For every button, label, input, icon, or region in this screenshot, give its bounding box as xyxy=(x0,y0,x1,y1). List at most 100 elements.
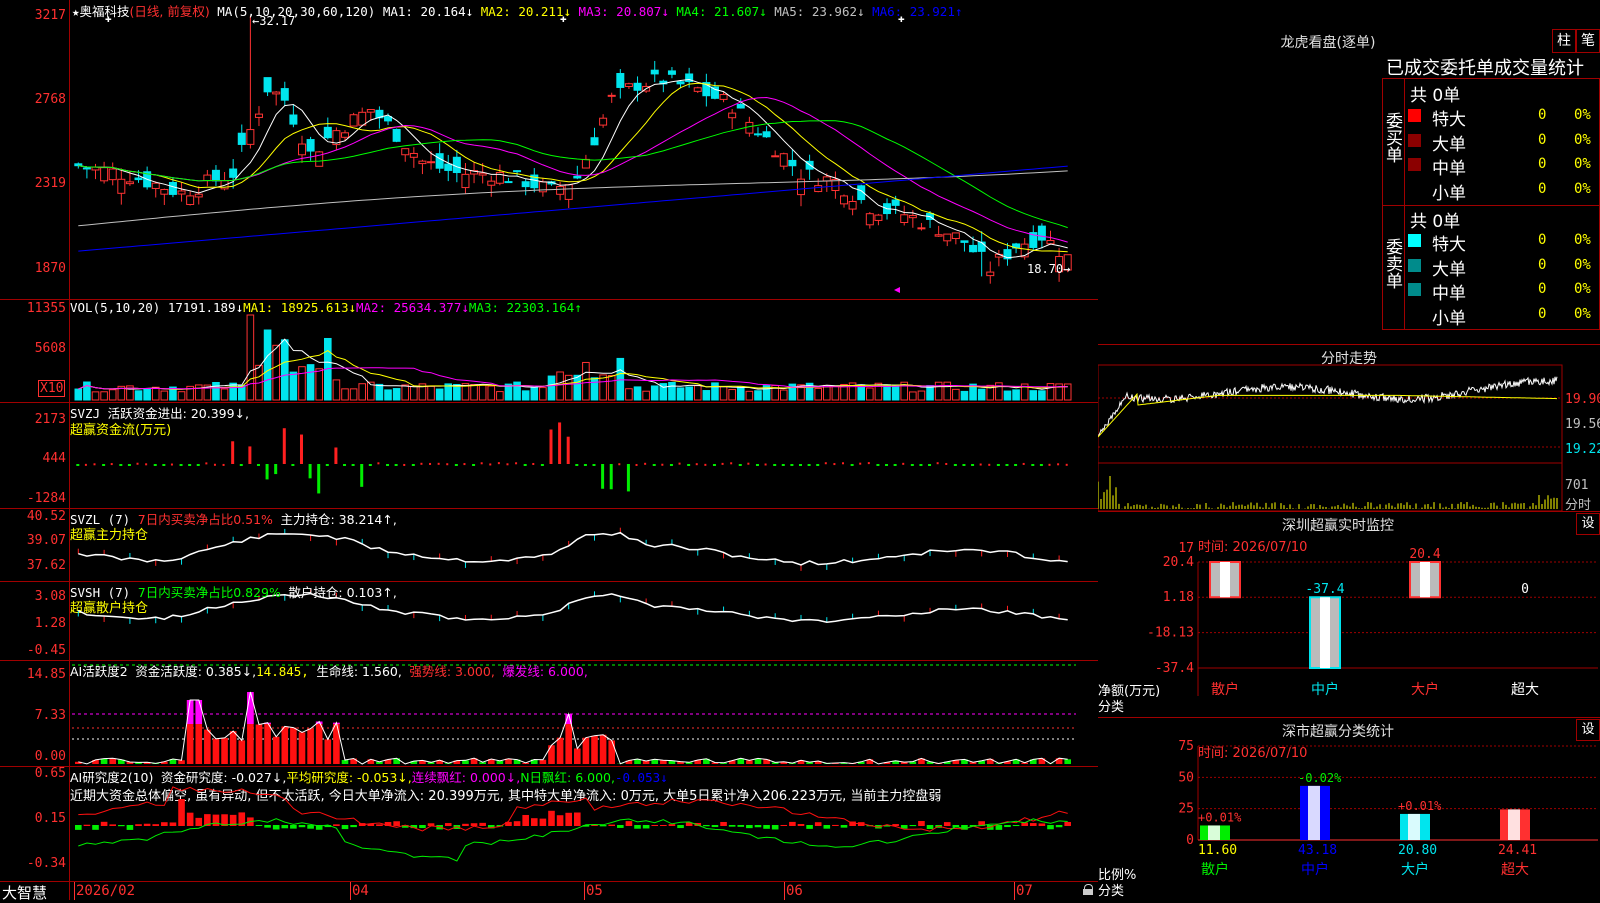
flow-bar xyxy=(283,428,286,464)
hold-line xyxy=(78,533,1067,565)
volume-value: 17191.189↓ xyxy=(168,300,243,315)
volume-panel[interactable]: VOL(5,10,20) 17191.189↓MA1: 18925.613↓MA… xyxy=(0,300,1098,403)
candle-body xyxy=(436,154,443,169)
research-bar xyxy=(178,799,185,826)
volume-bar xyxy=(109,390,116,400)
candle-body xyxy=(909,216,916,218)
flow-bar xyxy=(851,464,854,466)
candle-body xyxy=(694,88,701,92)
volume-bar xyxy=(514,382,521,400)
kline-header: ★奥福科技(日线, 前复权) MA(5,10,20,30,60,120) MA1… xyxy=(72,1,962,20)
candle-body xyxy=(238,133,245,144)
research-bar xyxy=(152,824,159,826)
flow-bar xyxy=(498,462,500,464)
volume-bar xyxy=(651,386,658,400)
svzl-panel[interactable]: SVZL (7) 7日内买卖净占比0.51% 主力持仓: 38.214↑, 超赢… xyxy=(0,509,1098,582)
volume-bar xyxy=(832,386,839,400)
flow-bar xyxy=(1057,463,1059,465)
volume-bar xyxy=(385,390,392,400)
x-tick-mark xyxy=(74,882,75,900)
ma-value-4: MA4: 21.607↓ xyxy=(669,4,767,19)
chart-mode[interactable]: (日线, 前复权) xyxy=(130,4,210,19)
activity-bar xyxy=(299,732,306,764)
svzj-panel[interactable]: SVZJ 活跃资金进出: 20.399↓, 超赢资金流(万元) 2173 444… xyxy=(0,403,1098,509)
research-bar xyxy=(1064,822,1071,826)
order-label: 中单 xyxy=(1432,154,1466,179)
research-bar xyxy=(1056,825,1063,827)
volume-bar xyxy=(290,372,297,400)
sz-monitor-panel[interactable]: 深圳超赢实时监控 设 时间: 2026/07/10 净额(万元) 分类 20.4… xyxy=(1098,512,1600,718)
flow-bar xyxy=(334,447,337,464)
x-tick-label: 2026/02 xyxy=(76,883,135,899)
candle-body xyxy=(462,174,469,187)
candle-body xyxy=(75,164,82,166)
class-bar-shine xyxy=(1308,786,1320,840)
candle-body xyxy=(342,133,349,137)
candle-body xyxy=(92,167,99,170)
flow-bar xyxy=(627,464,630,491)
monitor-value-label: 0 xyxy=(1521,582,1529,597)
flow-bar xyxy=(679,463,681,465)
candle-body xyxy=(161,190,168,195)
ai-active-panel[interactable]: AI活跃度2 资金活跃度: 0.385↓,14.845, 生命线: 1.560,… xyxy=(0,661,1098,767)
candlestick-chart[interactable]: ✚✚✚ xyxy=(0,0,1098,300)
volume-chart[interactable] xyxy=(0,300,1098,403)
class-bar-shine xyxy=(1508,809,1520,840)
research-bar xyxy=(651,825,658,826)
activity-bar xyxy=(256,724,263,764)
star-icon: ★ xyxy=(72,4,80,19)
volume-bar xyxy=(626,389,633,400)
flow-bar xyxy=(1040,464,1043,466)
bar-mode-button[interactable]: 柱 xyxy=(1552,29,1576,53)
research-bar xyxy=(832,825,839,826)
kline-panel[interactable]: ★奥福科技(日线, 前复权) MA(5,10,20,30,60,120) MA1… xyxy=(0,0,1098,300)
stroke-mode-button[interactable]: 笔 xyxy=(1576,29,1600,53)
candle-body xyxy=(608,95,615,96)
candle-body xyxy=(754,134,761,135)
volume-bar xyxy=(669,382,676,400)
ma-values: MA1: 20.164↓ MA2: 20.211↓ MA3: 20.807↓ M… xyxy=(383,4,963,19)
flow-bar xyxy=(919,464,922,466)
ai-active-header: AI活跃度2 资金活跃度: 0.385↓,14.845, 生命线: 1.560,… xyxy=(70,661,588,680)
intraday-chart[interactable] xyxy=(1098,345,1600,512)
volume-bar xyxy=(479,385,486,400)
research-bar xyxy=(514,821,521,826)
flow-bar xyxy=(713,464,716,466)
intraday-panel[interactable]: 分时走势 19.90 19.56 19.22 701 分时 xyxy=(1098,345,1600,512)
stock-name[interactable]: 奥福科技 xyxy=(80,4,130,19)
flow-bar xyxy=(653,464,656,466)
flow-bar xyxy=(833,463,835,465)
flow-bar xyxy=(257,464,260,466)
flow-bar xyxy=(240,464,243,466)
flow-bar xyxy=(1066,464,1068,466)
volume-bar xyxy=(677,388,684,400)
candle-body xyxy=(634,83,641,90)
flow-bar xyxy=(945,463,947,465)
flow-bar xyxy=(214,464,216,466)
volume-bar xyxy=(488,386,495,400)
candle-body xyxy=(255,114,262,117)
color-swatch xyxy=(1408,308,1421,321)
order-count: 0 xyxy=(1538,257,1546,273)
activity-bar xyxy=(109,758,116,764)
research-bar xyxy=(755,825,762,827)
research-bar xyxy=(273,825,280,830)
research-bar xyxy=(333,824,340,826)
sz-class-chart[interactable]: 7550250+0.01%11.60散户-0.02%43.18中户+0.01%2… xyxy=(1098,718,1600,900)
volume-bar xyxy=(910,392,917,400)
sz-class-panel[interactable]: 深市超赢分类统计 设 时间: 2026/07/10 比例% 分类 7550250… xyxy=(1098,718,1600,900)
candle-body xyxy=(152,183,159,188)
flow-bar xyxy=(584,464,587,466)
flow-bar xyxy=(670,464,673,466)
x-tick-mark xyxy=(584,882,585,900)
ai-research-title: AI研究度2(10) xyxy=(70,770,153,785)
sz-monitor-chart[interactable]: 20.41.18-18.13-37.417散户-37.4中户20.4大户0超大 xyxy=(1098,512,1600,718)
candle-body xyxy=(591,138,598,145)
research-bar xyxy=(92,825,99,830)
order-pct: 0% xyxy=(1574,181,1591,197)
svsh-panel[interactable]: SVSH (7) 7日内买卖净占比0.829% 散户持仓: 0.103↑, 超赢… xyxy=(0,582,1098,661)
flow-bar xyxy=(386,464,389,466)
ai-research-nday: N日飘红: 6.000, xyxy=(520,770,615,785)
ai-research-panel[interactable]: AI研究度2(10) 资金研究度: -0.027↓,平均研究度: -0.053↓… xyxy=(0,767,1098,882)
research-bar xyxy=(342,825,349,829)
